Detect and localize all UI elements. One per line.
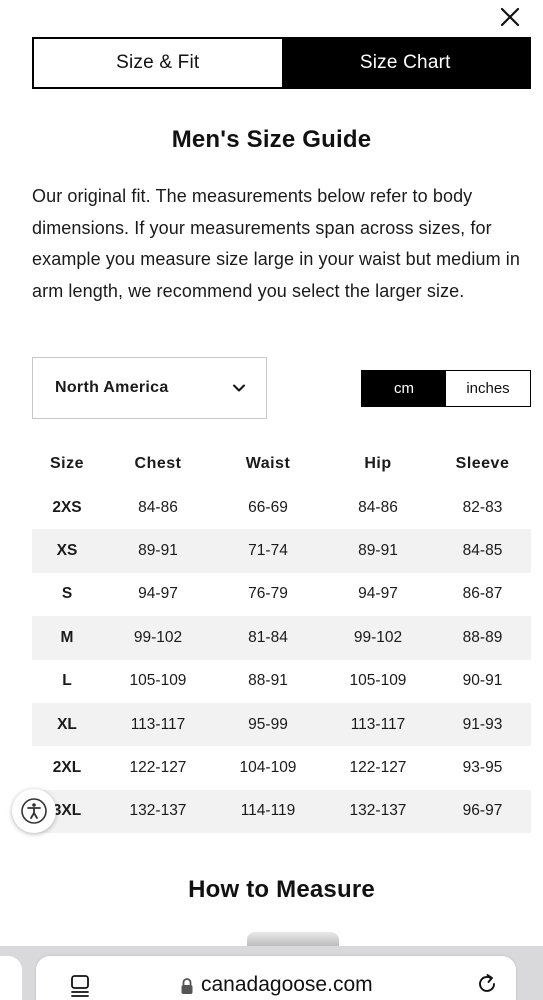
region-selected-label: North America bbox=[55, 379, 169, 396]
hip-cell: 113-117 bbox=[350, 715, 406, 733]
measure-illustration bbox=[247, 932, 339, 946]
close-icon[interactable] bbox=[499, 6, 521, 28]
chest-cell: 113-117 bbox=[130, 715, 186, 733]
chest-cell: 105-109 bbox=[129, 672, 187, 690]
sleeve-cell: 91-93 bbox=[462, 715, 503, 733]
chest-cell: 89-91 bbox=[138, 542, 178, 560]
column-header-waist: Waist bbox=[245, 455, 291, 472]
size-guide-description: Our original fit. The measurements below… bbox=[32, 186, 521, 301]
hip-cell: 94-97 bbox=[358, 585, 398, 603]
waist-cell: 66-69 bbox=[248, 498, 288, 516]
sleeve-cell: 88-89 bbox=[462, 628, 503, 646]
size-cell: XS bbox=[56, 542, 78, 560]
table-row: 2XL 122-127 104-109 122-127 93-95 bbox=[32, 746, 531, 789]
how-to-measure-heading: How to Measure bbox=[188, 876, 375, 903]
size-cell: 2XS bbox=[52, 498, 82, 516]
column-header-chest: Chest bbox=[134, 455, 182, 472]
waist-cell: 104-109 bbox=[239, 759, 297, 777]
table-header-row: Size Chest Waist Hip Sleeve bbox=[32, 442, 531, 486]
region-dropdown[interactable]: North America bbox=[32, 357, 267, 419]
sleeve-cell: 93-95 bbox=[462, 759, 503, 777]
tab-size-and-fit[interactable]: Size & Fit bbox=[34, 39, 282, 87]
sleeve-cell: 86-87 bbox=[462, 585, 503, 603]
sleeve-cell: 90-91 bbox=[462, 672, 503, 690]
unit-toggle: cm inches bbox=[361, 370, 531, 407]
hip-cell: 122-127 bbox=[349, 759, 407, 777]
hip-cell: 89-91 bbox=[358, 542, 398, 560]
chevron-down-icon bbox=[233, 384, 245, 392]
hip-cell: 99-102 bbox=[353, 628, 403, 646]
unit-inches-button[interactable]: inches bbox=[446, 371, 530, 406]
reload-icon[interactable] bbox=[475, 972, 499, 996]
size-cell: S bbox=[61, 585, 73, 603]
table-row: XS 89-91 71-74 89-91 84-85 bbox=[32, 529, 531, 573]
lock-icon bbox=[181, 978, 193, 994]
chest-cell: 84-86 bbox=[138, 498, 178, 516]
size-chart-table: Size Chest Waist Hip Sleeve 2XS 84-86 66… bbox=[32, 442, 531, 834]
waist-cell: 76-79 bbox=[248, 585, 288, 603]
size-cell: L bbox=[62, 672, 72, 690]
chest-cell: 132-137 bbox=[129, 802, 187, 820]
table-row: S 94-97 76-79 94-97 86-87 bbox=[32, 573, 531, 616]
chest-cell: 99-102 bbox=[133, 628, 183, 646]
page-menu-icon[interactable] bbox=[70, 974, 90, 998]
unit-cm-button[interactable]: cm bbox=[362, 371, 446, 406]
size-cell: XL bbox=[57, 715, 77, 733]
tab-size-chart[interactable]: Size Chart bbox=[281, 39, 529, 87]
table-row: L 105-109 88-91 105-109 90-91 bbox=[32, 660, 531, 703]
table-row: 3XL 132-137 114-119 132-137 96-97 bbox=[32, 789, 531, 834]
size-cell: 2XL bbox=[52, 759, 82, 777]
sleeve-cell: 82-83 bbox=[462, 498, 503, 516]
page-title: Men's Size Guide bbox=[171, 126, 372, 153]
table-row: M 99-102 81-84 99-102 88-89 bbox=[32, 616, 531, 660]
accessibility-icon bbox=[21, 798, 47, 824]
waist-cell: 81-84 bbox=[248, 628, 288, 646]
hip-cell: 84-86 bbox=[358, 498, 398, 516]
size-cell: M bbox=[60, 628, 74, 646]
url-text[interactable]: canadagoose.com bbox=[201, 973, 373, 997]
chest-cell: 94-97 bbox=[138, 585, 178, 603]
size-guide-tabs: Size & Fit Size Chart bbox=[32, 37, 531, 89]
chest-cell: 122-127 bbox=[129, 759, 187, 777]
sleeve-cell: 84-85 bbox=[462, 542, 503, 560]
table-row: 2XS 84-86 66-69 84-86 82-83 bbox=[32, 486, 531, 529]
column-header-hip: Hip bbox=[364, 455, 392, 472]
accessibility-button[interactable] bbox=[12, 789, 56, 833]
table-row: XL 113-117 95-99 113-117 91-93 bbox=[32, 702, 531, 747]
waist-cell: 71-74 bbox=[248, 542, 288, 560]
hip-cell: 132-137 bbox=[349, 802, 407, 820]
previous-tab-edge[interactable] bbox=[0, 956, 22, 1000]
hip-cell: 105-109 bbox=[349, 672, 407, 690]
waist-cell: 114-119 bbox=[240, 802, 296, 820]
column-header-size: Size bbox=[49, 455, 84, 472]
sleeve-cell: 96-97 bbox=[462, 802, 503, 820]
column-header-sleeve: Sleeve bbox=[455, 455, 510, 472]
waist-cell: 95-99 bbox=[248, 715, 288, 733]
waist-cell: 88-91 bbox=[248, 672, 288, 690]
